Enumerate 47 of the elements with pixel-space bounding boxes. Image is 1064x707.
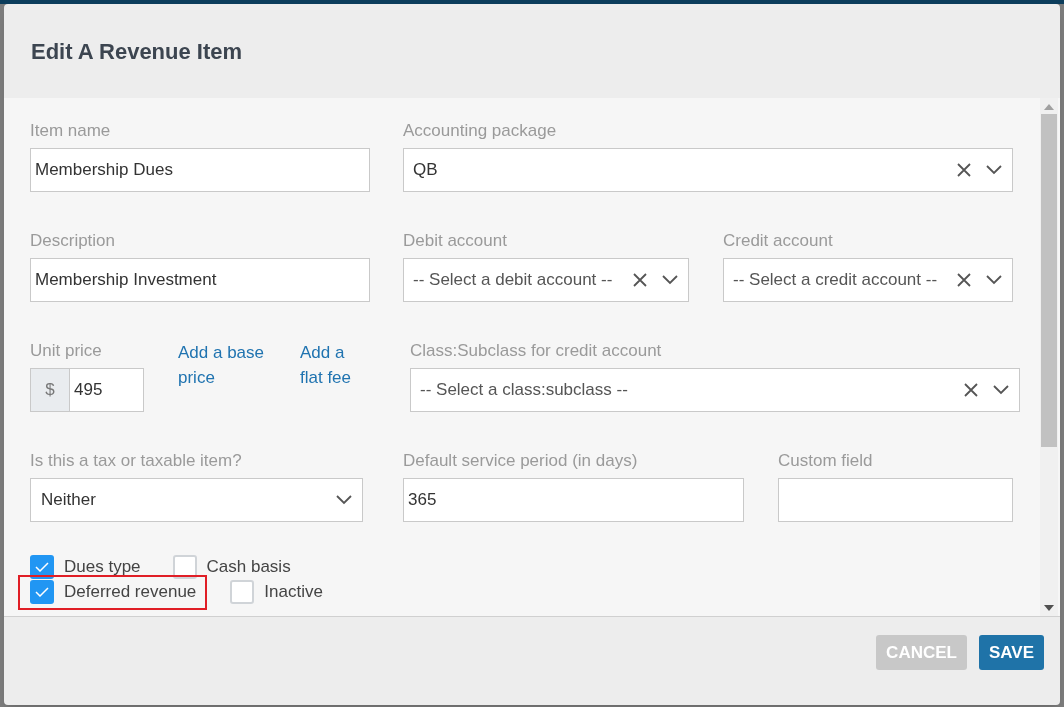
text-field[interactable]: Membership Investment xyxy=(30,258,370,302)
check-icon xyxy=(35,562,49,572)
field-label: Class:Subclass for credit account xyxy=(410,340,663,362)
select-field[interactable]: -- Select a credit account -- xyxy=(723,258,1013,302)
scrollbar-thumb[interactable] xyxy=(1041,114,1057,447)
clear-icon[interactable] xyxy=(963,382,979,398)
text-field[interactable]: Membership Dues xyxy=(30,148,370,192)
field-label: Unit price xyxy=(30,340,103,362)
field-label: Item name xyxy=(30,120,112,142)
clear-icon[interactable] xyxy=(956,162,972,178)
link[interactable]: Add a flat fee xyxy=(300,340,360,450)
checkbox-label: Inactive xyxy=(264,581,323,604)
checkbox-label: Dues type xyxy=(64,556,141,579)
chevron-down-icon[interactable] xyxy=(986,275,1002,285)
link[interactable]: Add a base price xyxy=(178,340,278,450)
text-field[interactable]: 365 xyxy=(403,478,744,522)
text-field[interactable] xyxy=(778,478,1013,522)
dialog-title: Edit A Revenue Item xyxy=(31,37,243,66)
field-label: Default service period (in days) xyxy=(403,450,639,472)
field-label: Description xyxy=(30,230,117,252)
field-label: Credit account xyxy=(723,230,834,252)
chevron-down-icon[interactable] xyxy=(662,275,678,285)
select-field[interactable]: -- Select a class:subclass -- xyxy=(410,368,1020,412)
field-label: Is this a tax or taxable item? xyxy=(30,450,243,472)
checkbox-label: Deferred revenue xyxy=(64,581,197,604)
checkbox-label: Cash basis xyxy=(206,556,291,579)
chevron-down-icon[interactable] xyxy=(336,495,352,505)
checkbox[interactable] xyxy=(30,555,54,579)
chevron-down-icon[interactable] xyxy=(986,165,1002,175)
checkbox[interactable] xyxy=(230,580,255,604)
clear-icon[interactable] xyxy=(956,272,972,288)
field-label: Custom field xyxy=(778,450,874,472)
checkbox[interactable] xyxy=(30,580,54,604)
text-field[interactable]: 495 xyxy=(70,368,144,412)
currency-addon: $ xyxy=(30,368,70,412)
field-label: Accounting package xyxy=(403,120,558,142)
checkbox[interactable] xyxy=(172,555,197,579)
select-field[interactable]: -- Select a debit account -- xyxy=(403,258,689,302)
select-field[interactable]: Neither xyxy=(30,478,363,522)
scroll-down-icon[interactable] xyxy=(1044,605,1054,611)
scrollbar[interactable] xyxy=(1040,98,1058,616)
clear-icon[interactable] xyxy=(632,272,648,288)
check-icon xyxy=(35,587,49,597)
select-field[interactable]: QB xyxy=(403,148,1013,192)
save-button[interactable]: SAVE xyxy=(978,635,1044,670)
field-label: Debit account xyxy=(403,230,508,252)
chevron-down-icon[interactable] xyxy=(993,385,1009,395)
